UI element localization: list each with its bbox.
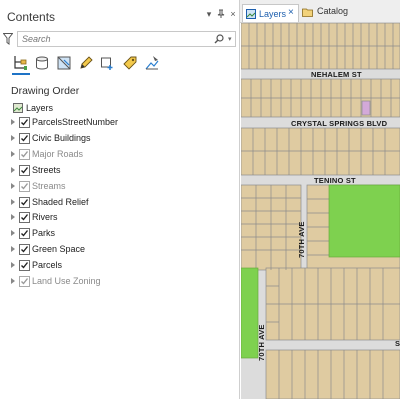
layer-item[interactable]: Rivers xyxy=(10,211,210,225)
checkmark-icon xyxy=(21,134,29,142)
map-layers-icon xyxy=(13,103,23,113)
layer-visibility-checkbox[interactable] xyxy=(19,117,30,128)
selection-icon[interactable] xyxy=(54,53,74,73)
close-tab-icon[interactable]: × xyxy=(288,7,294,18)
layer-label: Shaded Relief xyxy=(32,196,89,207)
layer-label: Parcels xyxy=(32,260,63,271)
layer-item[interactable]: Land Use Zoning xyxy=(10,275,210,289)
labeling-icon[interactable] xyxy=(120,53,140,73)
layer-label: ParcelsStreetNumber xyxy=(32,117,119,127)
search-input[interactable] xyxy=(22,33,202,45)
checkmark-icon xyxy=(21,262,29,269)
checkmark-icon xyxy=(21,214,29,221)
layer-label: Land Use Zoning xyxy=(32,276,101,286)
layer-label: Rivers xyxy=(32,212,58,223)
layer-visibility-checkbox[interactable] xyxy=(19,180,30,192)
pane-title: Contents xyxy=(7,10,56,24)
snapping-icon[interactable] xyxy=(98,53,118,73)
checkmark-icon xyxy=(21,182,29,190)
search-options-icon[interactable]: ▾ xyxy=(228,35,232,43)
layer-label: Parks xyxy=(32,228,56,239)
expand-arrow-icon[interactable] xyxy=(11,246,15,253)
database-icon[interactable] xyxy=(32,53,52,73)
checkmark-icon xyxy=(21,230,29,237)
expand-arrow-icon[interactable] xyxy=(11,119,15,125)
layer-visibility-checkbox[interactable] xyxy=(19,212,30,224)
tab-layers-label: Layers xyxy=(259,9,287,19)
layer-item[interactable]: Major Roads xyxy=(10,148,210,162)
layer-visibility-checkbox[interactable] xyxy=(19,228,30,240)
drawing-order-icon[interactable] xyxy=(10,53,30,75)
expand-arrow-icon[interactable] xyxy=(11,198,15,205)
checkmark-icon xyxy=(21,150,29,158)
view-tab-bar: Layers × Catalog xyxy=(240,0,400,23)
block-7 xyxy=(265,349,400,399)
layer-visibility-checkbox[interactable] xyxy=(19,260,30,272)
layer-label: Green Space xyxy=(32,244,86,255)
street-label-nehalem: NEHALEM ST xyxy=(311,70,362,79)
layer-item[interactable]: Civic Buildings xyxy=(10,132,210,146)
street-label-tenino: TENINO ST xyxy=(314,176,356,185)
expand-arrow-icon[interactable] xyxy=(11,262,15,269)
tab-catalog-label: Catalog xyxy=(317,6,349,16)
map-view[interactable]: NEHALEM ST CRYSTAL SPRINGS BLVD TENINO S… xyxy=(241,23,400,399)
checkmark-icon xyxy=(21,166,29,174)
perspective-icon[interactable] xyxy=(142,53,162,73)
checkmark-icon xyxy=(21,278,29,285)
contents-pane-header: Contents ▾ × xyxy=(0,0,239,26)
layers-root-label: Layers xyxy=(26,103,54,113)
layer-item[interactable]: Green Space xyxy=(10,243,210,257)
layer-item[interactable]: Parcels xyxy=(10,259,210,273)
expand-arrow-icon[interactable] xyxy=(11,214,15,221)
map-tab-icon xyxy=(246,9,256,19)
expand-arrow-icon[interactable] xyxy=(11,134,15,141)
layer-item[interactable]: ParcelsStreetNumber xyxy=(10,116,210,130)
street-label-edge: S xyxy=(395,339,400,348)
layer-visibility-checkbox[interactable] xyxy=(19,276,30,287)
active-toolbar-indicator xyxy=(12,73,30,75)
catalog-folder-icon xyxy=(302,7,313,17)
checkmark-icon xyxy=(21,119,29,126)
layer-item[interactable]: Shaded Relief xyxy=(10,196,210,210)
contents-toolbar xyxy=(10,53,160,75)
layer-visibility-checkbox[interactable] xyxy=(19,148,30,160)
pane-options-icon[interactable]: ▾ xyxy=(204,9,214,19)
layer-label: Streams xyxy=(32,180,66,191)
layer-label: Civic Buildings xyxy=(32,132,91,143)
search-icon[interactable] xyxy=(214,34,224,44)
layer-visibility-checkbox[interactable] xyxy=(19,132,30,144)
expand-arrow-icon[interactable] xyxy=(11,166,15,173)
pin-icon[interactable] xyxy=(216,9,226,19)
layer-item[interactable]: Streets xyxy=(10,164,210,178)
search-box[interactable]: ▾ xyxy=(17,31,236,47)
layer-label: Major Roads xyxy=(32,148,84,159)
drawing-order-heading: Drawing Order xyxy=(11,85,80,97)
layer-label: Streets xyxy=(32,164,61,175)
green-space-park-east xyxy=(328,184,400,258)
street-label-70th-lower: 70TH AVE xyxy=(257,324,266,361)
tab-catalog[interactable]: Catalog xyxy=(302,6,362,20)
civic-building xyxy=(361,100,371,116)
expand-arrow-icon[interactable] xyxy=(11,182,15,189)
checkmark-icon xyxy=(21,246,29,253)
street-label-crystal-springs: CRYSTAL SPRINGS BLVD xyxy=(291,119,388,128)
layer-visibility-checkbox[interactable] xyxy=(19,164,30,176)
pencil-icon[interactable] xyxy=(76,53,96,73)
layer-item[interactable]: Streams xyxy=(10,180,210,194)
expand-arrow-icon[interactable] xyxy=(11,230,15,237)
close-pane-icon[interactable]: × xyxy=(228,9,238,19)
layer-visibility-checkbox[interactable] xyxy=(19,244,30,256)
expand-arrow-icon[interactable] xyxy=(11,278,15,284)
filter-icon[interactable] xyxy=(2,33,14,45)
tab-layers[interactable]: Layers × xyxy=(242,4,299,22)
expand-arrow-icon[interactable] xyxy=(11,150,15,157)
street-label-70th-upper: 70TH AVE xyxy=(297,221,306,258)
checkmark-icon xyxy=(21,198,29,206)
contents-pane: Contents ▾ × ▾ xyxy=(0,0,240,399)
layer-visibility-checkbox[interactable] xyxy=(19,196,30,208)
green-space-park-west xyxy=(241,267,259,359)
layer-item[interactable]: Parks xyxy=(10,227,210,241)
